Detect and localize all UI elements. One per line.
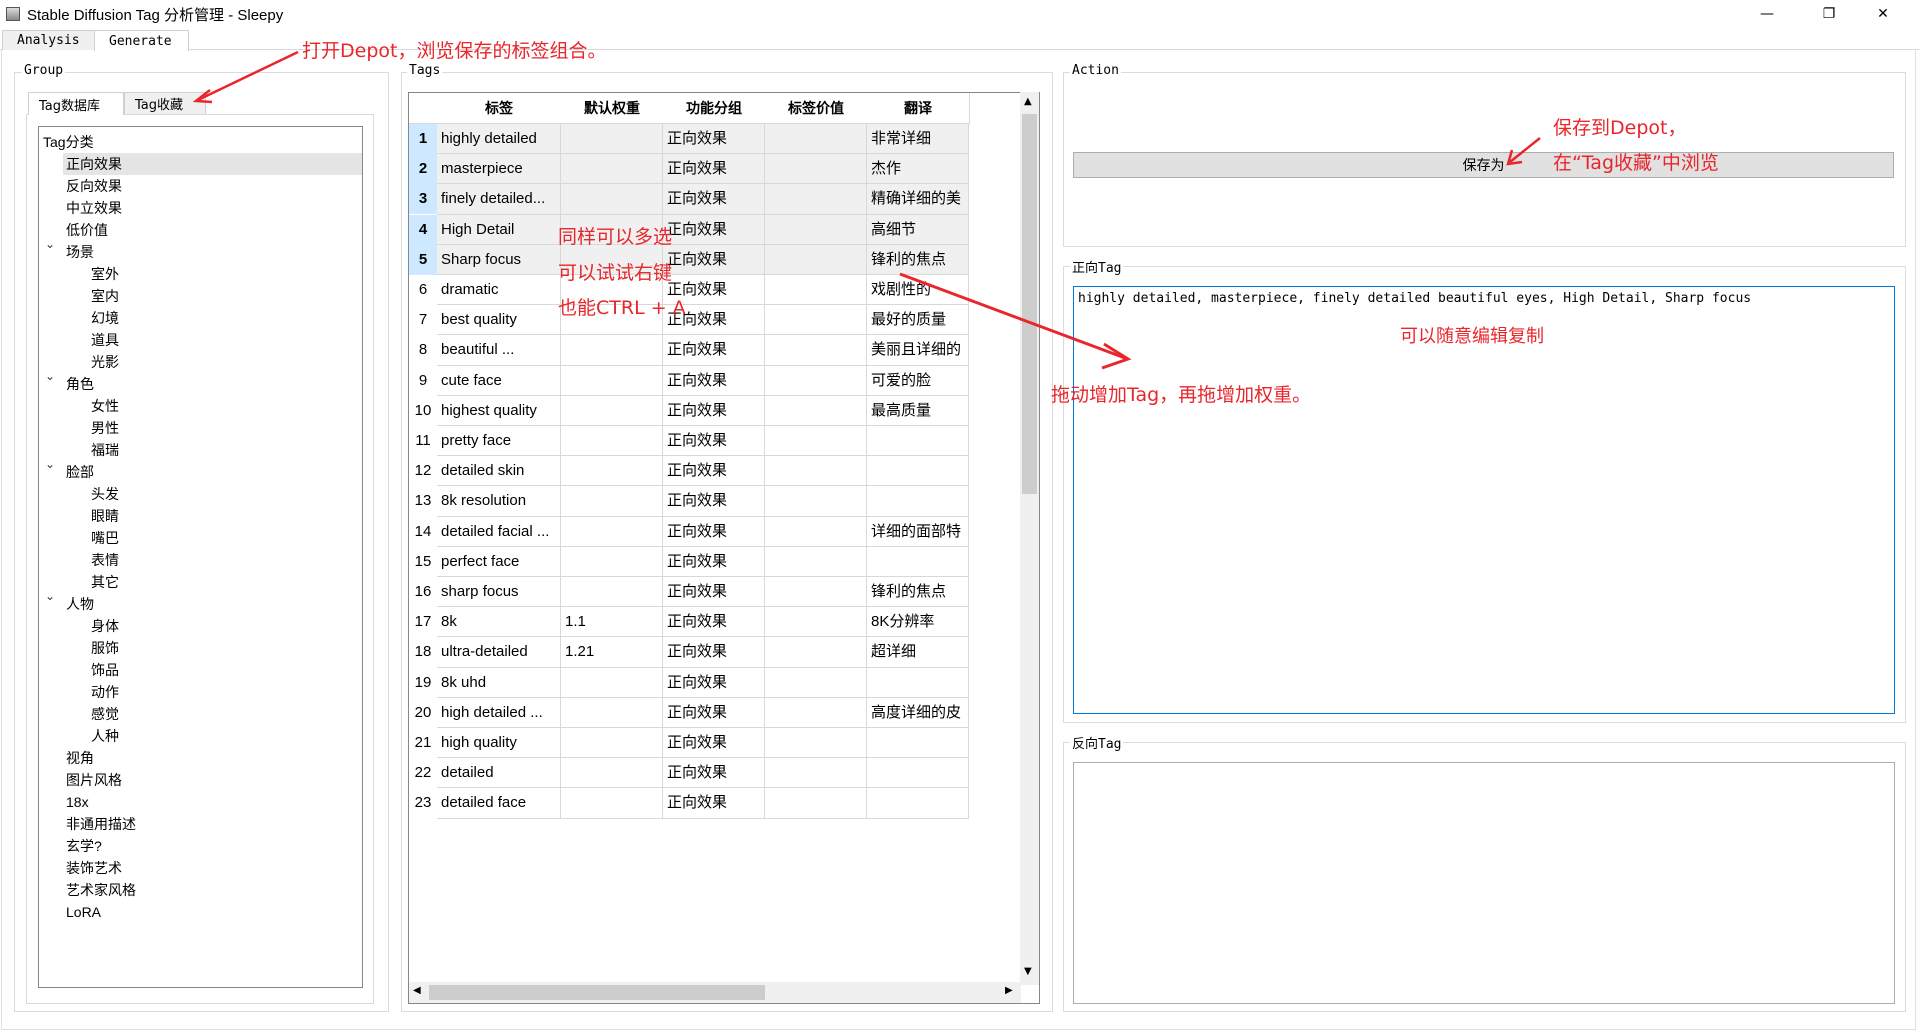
drag-arrowhead [1101, 342, 1132, 370]
annotation-multiselect-line1: 同样可以多选 [558, 226, 673, 248]
drag-arrow [899, 272, 1126, 360]
save-arrow [1509, 137, 1541, 163]
depot-arrowhead [192, 89, 213, 104]
annotation-save-line1: 保存到Depot， [1553, 117, 1687, 139]
annotation-multiselect-line2: 可以试试右键 [558, 262, 673, 284]
annotation-edit-copy: 可以随意编辑复制 [1400, 326, 1544, 347]
depot-arrow [197, 50, 299, 102]
annotation-save-line2: 在“Tag收藏”中浏览 [1553, 152, 1719, 174]
annotation-multiselect-line3: 也能CTRL + A [558, 297, 686, 319]
annotation-depot: 打开Depot，浏览保存的标签组合。 [302, 40, 607, 62]
annotation-drag: 拖动增加Tag，再拖增加权重。 [1051, 384, 1312, 406]
